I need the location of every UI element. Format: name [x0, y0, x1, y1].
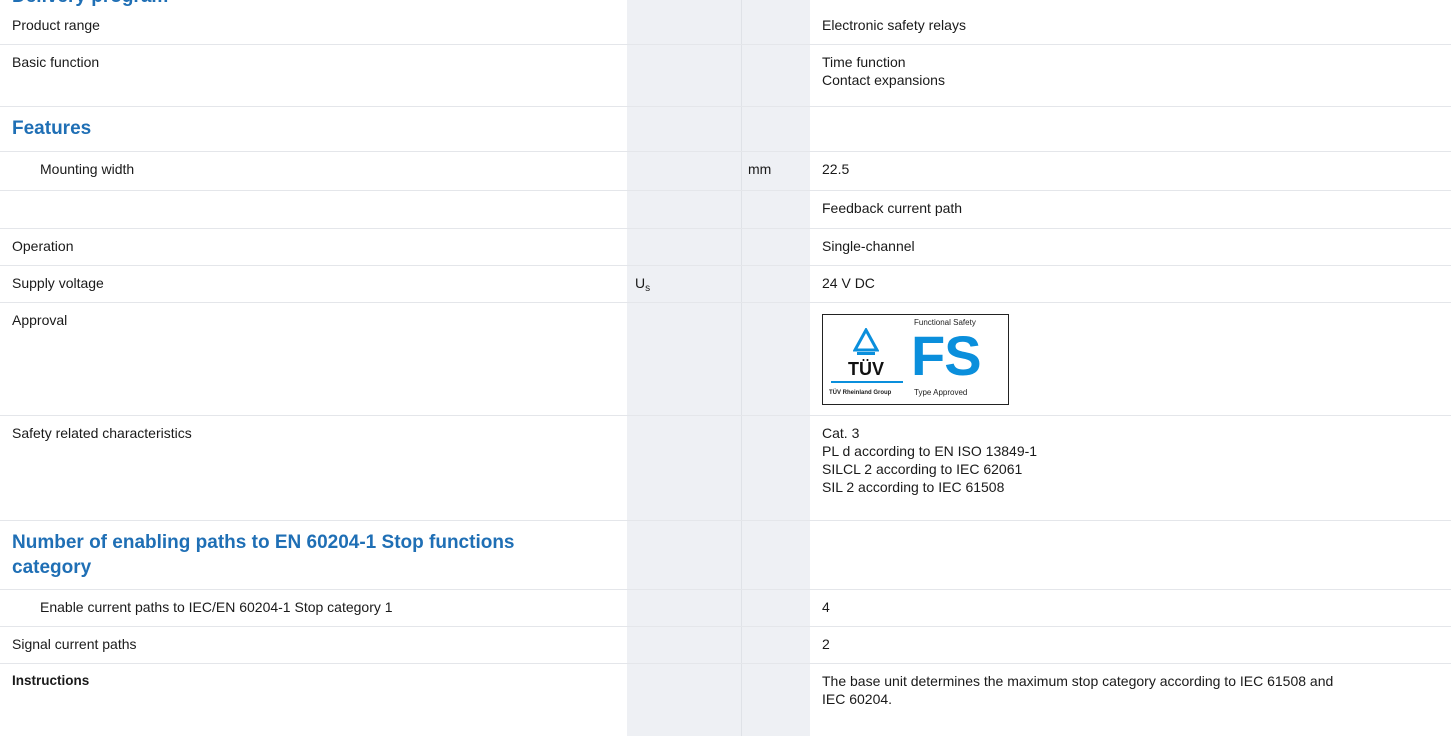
row-label: Signal current paths	[12, 636, 137, 652]
table-row-mounting-width: Mounting width mm 22.5	[0, 152, 1451, 191]
badge-fs-letters: FS	[911, 324, 982, 387]
table-row-signal-paths: Signal current paths 2	[0, 627, 1451, 664]
table-row-product-range: Product range Electronic safety relays	[0, 8, 1451, 45]
row-label: Mounting width	[40, 161, 135, 177]
section-heading: Number of enabling paths to EN 60204-1 S…	[12, 532, 515, 578]
table-row-operation: Operation Single-channel	[0, 229, 1451, 266]
spec-table: Product range Electronic safety relays B…	[0, 8, 1451, 724]
table-row-safety: Safety related characteristics Cat. 3 PL…	[0, 416, 1451, 521]
row-label: Supply voltage	[12, 275, 104, 291]
row-label: Safety related characteristics	[12, 425, 192, 441]
row-value: 4	[822, 599, 830, 615]
section-row-features: Features	[0, 107, 1451, 152]
row-value: Cat. 3 PL d according to EN ISO 13849-1 …	[822, 425, 1038, 495]
row-unit: mm	[748, 161, 772, 177]
tuv-underline	[831, 381, 903, 383]
row-value: Electronic safety relays	[822, 17, 966, 33]
row-value: 24 V DC	[822, 275, 875, 291]
row-label: Basic function	[12, 54, 100, 70]
tuv-functional-safety-badge: TÜV TÜV Rheinland Group Functional Safet…	[822, 314, 1009, 405]
row-value: Feedback current path	[822, 200, 963, 216]
table-row-instructions: Instructions The base unit determines th…	[0, 664, 1451, 724]
table-row-approval: Approval TÜV TÜV Rheinland Group Functio…	[0, 303, 1451, 416]
row-label: Enable current paths to IEC/EN 60204-1 S…	[40, 599, 393, 615]
row-label: Approval	[12, 312, 68, 328]
tuv-group-text: TÜV Rheinland Group	[829, 390, 892, 396]
table-row-enable-paths: Enable current paths to IEC/EN 60204-1 S…	[0, 590, 1451, 627]
section-row-enabling-paths: Number of enabling paths to EN 60204-1 S…	[0, 521, 1451, 590]
cut-section-heading: Delivery program	[12, 0, 168, 8]
tuv-wordmark: TÜV	[848, 359, 884, 379]
badge-bottom-text: Type Approved	[914, 388, 968, 397]
table-row-feedback: Feedback current path	[0, 191, 1451, 229]
tuv-triangle-icon	[853, 328, 879, 355]
section-heading: Features	[12, 118, 92, 139]
row-value: Time function Contact expansions	[822, 54, 945, 88]
row-symbol: Us	[635, 275, 651, 294]
row-label: Product range	[12, 17, 100, 33]
table-row-basic-function: Basic function Time function Contact exp…	[0, 45, 1451, 107]
row-value: Single-channel	[822, 238, 915, 254]
row-value: 22.5	[822, 161, 850, 177]
row-value: 2	[822, 636, 830, 652]
row-value: The base unit determines the maximum sto…	[822, 673, 1334, 707]
row-label: Operation	[12, 238, 74, 254]
table-row-supply-voltage: Supply voltage Us 24 V DC	[0, 266, 1451, 303]
row-label: Instructions	[12, 673, 90, 688]
